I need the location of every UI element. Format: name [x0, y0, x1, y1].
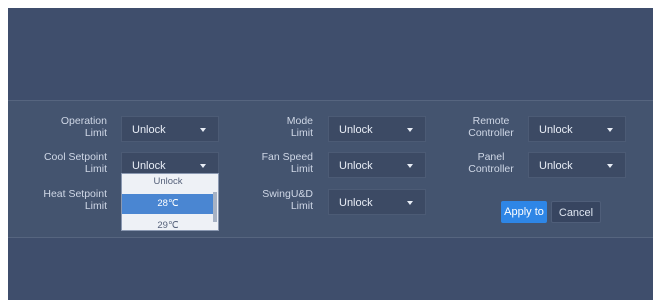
fan-speed-limit-value: Unlock	[339, 160, 373, 172]
heat-setpoint-dropdown-list[interactable]: Unlock 28℃ 29℃	[121, 173, 219, 231]
cool-setpoint-limit-label: Cool Setpoint Limit	[43, 151, 107, 175]
caret-down-icon	[607, 128, 613, 132]
remote-controller-value: Unlock	[539, 124, 573, 136]
mode-limit-value: Unlock	[339, 124, 373, 136]
swing-limit-label: SwingU&D Limit	[262, 188, 313, 212]
remote-controller-select[interactable]: Unlock	[528, 116, 626, 142]
swing-limit-select[interactable]: Unlock	[328, 189, 426, 215]
fan-speed-limit-select[interactable]: Unlock	[328, 152, 426, 178]
dropdown-scrollbar[interactable]	[213, 192, 217, 222]
operation-limit-value: Unlock	[132, 124, 166, 136]
caret-down-icon	[407, 128, 413, 132]
mode-limit-select[interactable]: Unlock	[328, 116, 426, 142]
heat-setpoint-limit-label: Heat Setpoint Limit	[43, 188, 107, 212]
caret-down-icon	[607, 164, 613, 168]
panel-controller-select[interactable]: Unlock	[528, 152, 626, 178]
screen: Operation Limit Unlock Cool Setpoint Lim…	[8, 8, 653, 300]
operation-limit-label: Operation Limit	[60, 115, 107, 139]
caret-down-icon	[407, 164, 413, 168]
apply-to-button[interactable]: Apply to	[501, 201, 547, 223]
cancel-button[interactable]: Cancel	[551, 201, 601, 223]
settings-panel: Operation Limit Unlock Cool Setpoint Lim…	[8, 100, 653, 238]
operation-limit-select[interactable]: Unlock	[121, 116, 219, 142]
dropdown-option-29[interactable]: 29℃	[122, 216, 214, 230]
caret-down-icon	[200, 164, 206, 168]
panel-controller-label: Panel Controller	[468, 151, 514, 175]
dropdown-option-28[interactable]: 28℃	[122, 194, 214, 214]
caret-down-icon	[407, 201, 413, 205]
remote-controller-label: Remote Controller	[468, 115, 514, 139]
dropdown-option-unlock[interactable]: Unlock	[122, 174, 214, 192]
panel-controller-value: Unlock	[539, 160, 573, 172]
cool-setpoint-limit-value: Unlock	[132, 160, 166, 172]
mode-limit-label: Mode Limit	[286, 115, 313, 139]
swing-limit-value: Unlock	[339, 197, 373, 209]
fan-speed-limit-label: Fan Speed Limit	[261, 151, 313, 175]
caret-down-icon	[200, 128, 206, 132]
